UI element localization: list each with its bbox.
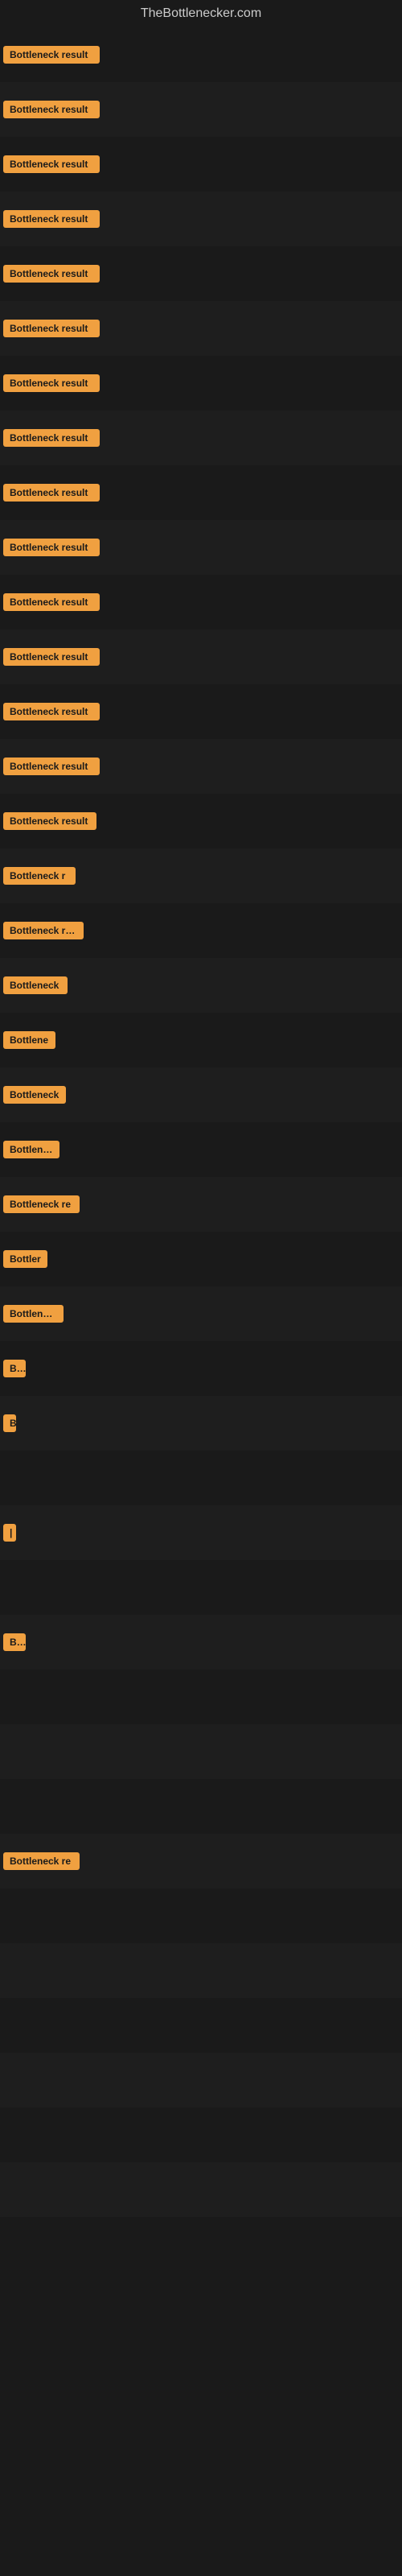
list-item: [0, 1889, 402, 1943]
list-item: B: [0, 1396, 402, 1451]
list-item: Bottleneck: [0, 958, 402, 1013]
list-item: Bottleneck result: [0, 684, 402, 739]
bottleneck-result-button[interactable]: Bottleneck: [3, 1305, 64, 1323]
bottleneck-result-button[interactable]: Bottleneck result: [3, 812, 96, 830]
list-item: Bottleneck r: [0, 848, 402, 903]
bottleneck-result-button[interactable]: |: [3, 1524, 16, 1542]
list-item: [0, 2107, 402, 2162]
list-item: Bottleneck result: [0, 356, 402, 411]
list-item: Bottleneck result: [0, 137, 402, 192]
list-item: Bottleneck: [0, 1286, 402, 1341]
list-item: Bottleneck result: [0, 630, 402, 684]
bottleneck-result-button[interactable]: Bottlene: [3, 1031, 55, 1049]
bottleneck-result-button[interactable]: Bottlenec: [3, 1141, 59, 1158]
list-item: [0, 1560, 402, 1615]
list-item: Bottleneck re: [0, 1834, 402, 1889]
site-title-text: TheBottlenecker.com: [141, 6, 261, 20]
list-item: Bottleneck: [0, 1067, 402, 1122]
bottleneck-result-button[interactable]: Bottleneck result: [3, 758, 100, 775]
bottleneck-result-button[interactable]: B: [3, 1414, 16, 1432]
list-item: [0, 1779, 402, 1834]
bottleneck-result-button[interactable]: Bottleneck: [3, 1086, 66, 1104]
list-item: [0, 1451, 402, 1505]
bottleneck-result-button[interactable]: Bottleneck result: [3, 46, 100, 64]
list-item: Bottleneck result: [0, 246, 402, 301]
bottleneck-result-button[interactable]: Bot: [3, 1633, 26, 1651]
bottleneck-result-button[interactable]: Bottler: [3, 1250, 47, 1268]
bottleneck-result-button[interactable]: Bottleneck re: [3, 1852, 80, 1870]
bottleneck-result-button[interactable]: Bottleneck result: [3, 703, 100, 720]
list-item: Bottleneck result: [0, 82, 402, 137]
bottleneck-result-button[interactable]: Bottleneck result: [3, 265, 100, 283]
list-item: Bottleneck re: [0, 1177, 402, 1232]
bottleneck-result-button[interactable]: Bottleneck result: [3, 101, 100, 118]
list-item: Bottlene: [0, 1013, 402, 1067]
bottleneck-result-button[interactable]: Bottleneck r: [3, 867, 76, 885]
list-item: Bo: [0, 1341, 402, 1396]
list-item: [0, 1943, 402, 1998]
bottleneck-result-button[interactable]: Bottleneck: [3, 976, 68, 994]
bottleneck-result-button[interactable]: Bottleneck result: [3, 484, 100, 502]
list-item: [0, 2053, 402, 2107]
list-item: Bottler: [0, 1232, 402, 1286]
list-item: Bottleneck result: [0, 520, 402, 575]
bottleneck-result-button[interactable]: Bottleneck result: [3, 374, 100, 392]
bottleneck-result-button[interactable]: Bottleneck result: [3, 593, 100, 611]
list-item: Bottleneck result: [0, 192, 402, 246]
bottleneck-result-button[interactable]: Bottleneck re: [3, 1195, 80, 1213]
list-item: Bottleneck result: [0, 27, 402, 82]
list-item: Bottlenec: [0, 1122, 402, 1177]
list-item: Bottleneck result: [0, 301, 402, 356]
list-item: Bottleneck result: [0, 794, 402, 848]
list-item: Bottleneck result: [0, 465, 402, 520]
list-item: [0, 1724, 402, 1779]
list-item: Bottleneck result: [0, 739, 402, 794]
bottleneck-result-button[interactable]: Bottleneck resu: [3, 922, 84, 939]
list-item: [0, 1998, 402, 2053]
bottleneck-result-button[interactable]: Bottleneck result: [3, 648, 100, 666]
bottleneck-result-button[interactable]: Bo: [3, 1360, 26, 1377]
list-item: Bottleneck result: [0, 575, 402, 630]
list-item: Bot: [0, 1615, 402, 1670]
site-title: TheBottlenecker.com: [0, 0, 402, 27]
list-item: [0, 1670, 402, 1724]
list-item: |: [0, 1505, 402, 1560]
bottleneck-result-button[interactable]: Bottleneck result: [3, 155, 100, 173]
bottleneck-result-button[interactable]: Bottleneck result: [3, 429, 100, 447]
list-item: Bottleneck result: [0, 411, 402, 465]
bottleneck-result-button[interactable]: Bottleneck result: [3, 210, 100, 228]
list-item: [0, 2162, 402, 2217]
list-item: Bottleneck resu: [0, 903, 402, 958]
bottleneck-result-button[interactable]: Bottleneck result: [3, 539, 100, 556]
bottleneck-result-button[interactable]: Bottleneck result: [3, 320, 100, 337]
